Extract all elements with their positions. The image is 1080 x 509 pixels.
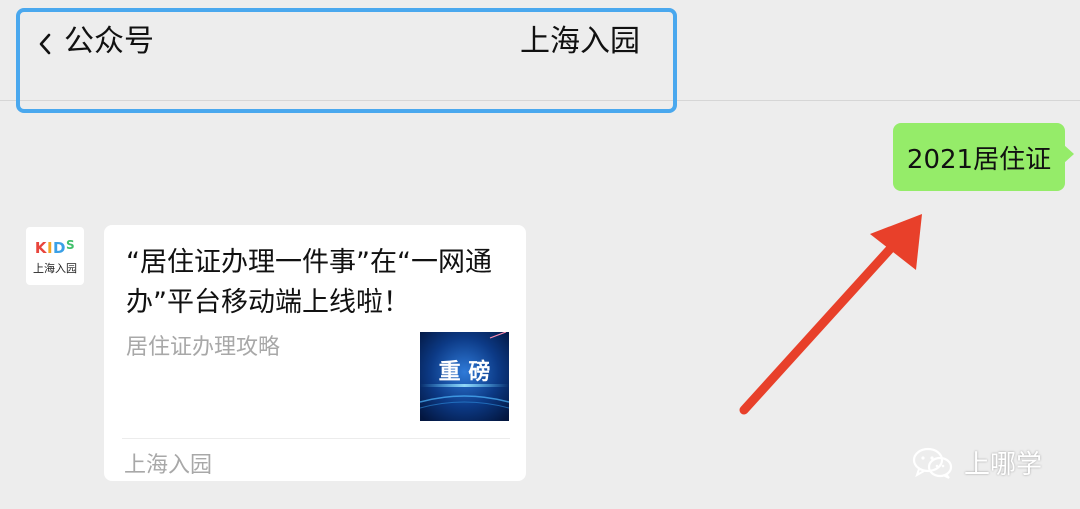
red-arrow-annotation	[739, 214, 922, 415]
wechat-icon	[912, 447, 953, 479]
watermark-text: 上哪学	[964, 450, 1043, 480]
article-description: 居住证办理攻略	[126, 335, 281, 360]
account-avatar[interactable]: KIDS 上海入园	[26, 227, 84, 285]
article-source: 上海入园	[124, 453, 213, 478]
article-thumbnail: 重 磅	[420, 332, 509, 421]
thumbnail-text: 重 磅	[439, 359, 491, 385]
kids-logo: KIDS	[34, 237, 76, 257]
avatar-name: 上海入园	[33, 261, 77, 275]
sent-message-bubble[interactable]: 2021居住证	[893, 123, 1065, 191]
card-divider	[122, 438, 510, 439]
article-title: “居住证办理一件事”在“一网通办”平台移动端上线啦！	[126, 247, 492, 318]
sent-message-text: 2021居住证	[906, 144, 1052, 175]
watermark: 上哪学	[912, 444, 1042, 481]
article-card[interactable]: “居住证办理一件事”在“一网通办”平台移动端上线啦！ 居住证办理攻略 重 磅 上…	[104, 225, 526, 481]
header-highlight-box	[16, 8, 677, 113]
sent-bubble-tail	[1064, 145, 1074, 163]
